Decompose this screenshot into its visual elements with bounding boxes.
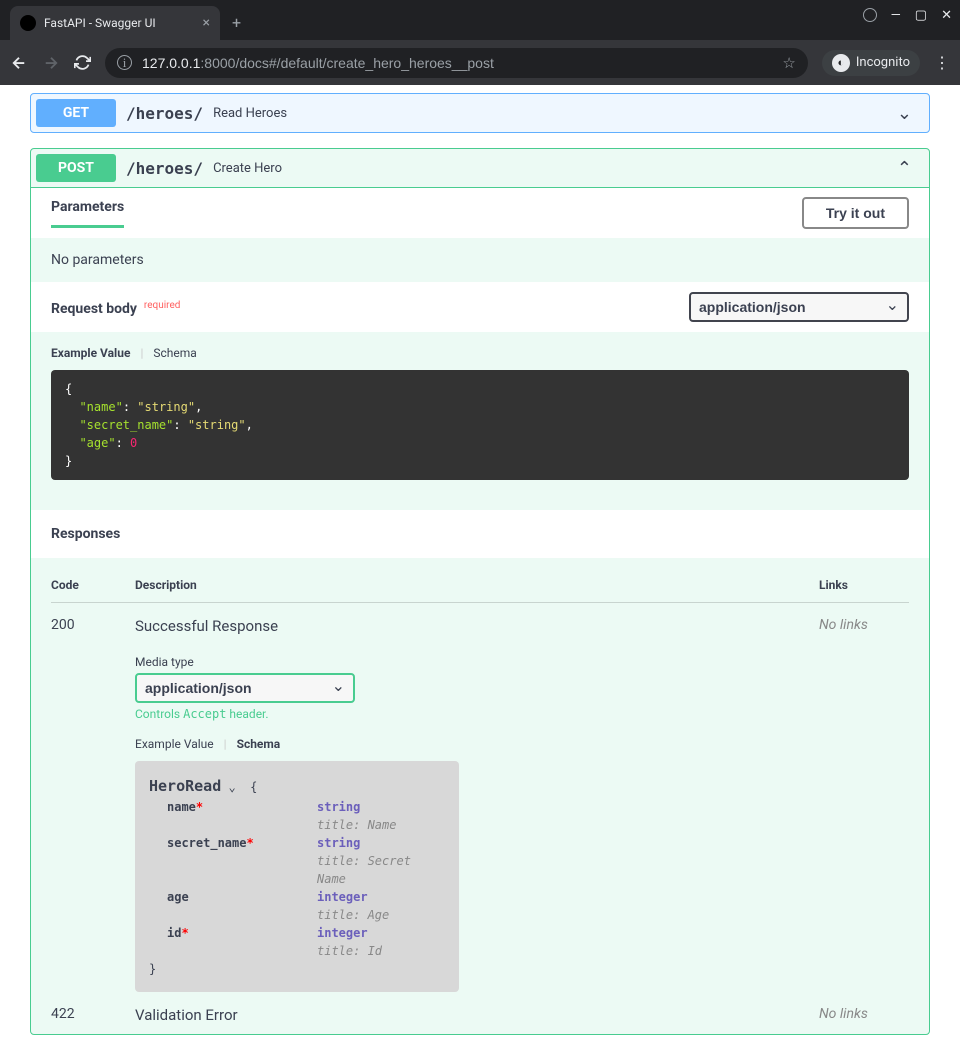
col-code: Code <box>51 578 135 592</box>
close-tab-icon[interactable]: × <box>203 15 210 31</box>
page-content: GET /heroes/ Read Heroes ⌄ POST /heroes/… <box>0 85 960 1053</box>
col-desc: Description <box>135 578 819 592</box>
opblock-summary[interactable]: GET /heroes/ Read Heroes ⌄ <box>31 94 929 132</box>
response-tabs: Example Value | Schema <box>135 737 819 751</box>
required-badge: required <box>141 300 180 311</box>
reload-button[interactable] <box>74 54 91 71</box>
response-code: 200 <box>51 617 135 992</box>
parameters-header: Parameters Try it out <box>31 188 929 238</box>
endpoint-summary: Read Heroes <box>213 106 287 121</box>
schema-property-row: name*string <box>167 798 445 816</box>
bookmark-star-icon[interactable]: ☆ <box>782 54 795 72</box>
response-title: Successful Response <box>135 617 819 635</box>
schema-property-row: id*integer <box>167 924 445 942</box>
method-badge: GET <box>36 99 116 127</box>
schema-property-meta: title: Secret Name <box>167 852 445 888</box>
url-bar[interactable]: i 127.0.0.1:8000/docs#/default/create_he… <box>105 48 808 78</box>
endpoint-path: /heroes/ <box>116 159 213 178</box>
request-body-label: Request body <box>51 301 137 317</box>
chevron-down-icon[interactable]: ⌄ <box>228 780 235 794</box>
browser-menu-button[interactable]: ⋮ <box>934 53 950 72</box>
chevron-down-icon: ⌄ <box>897 103 912 124</box>
endpoint-path: /heroes/ <box>116 104 213 123</box>
opblock-summary[interactable]: POST /heroes/ Create Hero ⌃ <box>31 149 929 187</box>
chevron-up-icon: ⌃ <box>897 158 912 179</box>
address-bar: i 127.0.0.1:8000/docs#/default/create_he… <box>0 40 960 85</box>
response-title: Validation Error <box>135 1006 819 1024</box>
parameters-tab[interactable]: Parameters <box>51 199 124 228</box>
method-badge: POST <box>36 154 116 182</box>
tab-schema[interactable]: Schema <box>237 737 281 751</box>
browser-tab[interactable]: FastAPI - Swagger UI × <box>10 6 220 40</box>
back-button[interactable] <box>10 54 28 72</box>
maximize-button[interactable]: ▢ <box>915 8 927 23</box>
body-tabs: Example Value | Schema <box>51 346 909 360</box>
schema-box: HeroRead ⌄ { name*stringtitle: Namesecre… <box>135 761 459 992</box>
request-body-content: Example Value | Schema { "name": "string… <box>31 332 929 510</box>
no-parameters-text: No parameters <box>31 238 929 282</box>
tab-bar: FastAPI - Swagger UI × + — ▢ ✕ <box>0 0 960 40</box>
schema-property-row: ageinteger <box>167 888 445 906</box>
media-type-select[interactable]: application/json <box>135 673 355 703</box>
col-links: Links <box>819 578 909 592</box>
responses-table-head: Code Description Links <box>51 568 909 603</box>
responses-table: Code Description Links 200 Successful Re… <box>31 558 929 1034</box>
request-body-header: Request body required application/json <box>31 282 929 332</box>
endpoint-summary: Create Hero <box>213 161 282 176</box>
opblock-get-heroes: GET /heroes/ Read Heroes ⌄ <box>30 93 930 133</box>
opblock-post-heroes: POST /heroes/ Create Hero ⌃ Parameters T… <box>30 148 930 1035</box>
schema-property-meta: title: Name <box>167 816 445 834</box>
accept-header-note: Controls Accept header. <box>135 707 819 721</box>
new-tab-button[interactable]: + <box>232 13 241 32</box>
favicon-icon <box>20 15 36 31</box>
example-json-block[interactable]: { "name": "string", "secret_name": "stri… <box>51 370 909 480</box>
media-type-label: Media type <box>135 655 819 669</box>
forward-button[interactable] <box>42 54 60 72</box>
responses-heading: Responses <box>51 526 909 542</box>
browser-chrome: FastAPI - Swagger UI × + — ▢ ✕ i 127.0.0… <box>0 0 960 85</box>
try-it-out-button[interactable]: Try it out <box>802 197 909 229</box>
schema-property-meta: title: Id <box>167 942 445 960</box>
url-text: 127.0.0.1:8000/docs#/default/create_hero… <box>142 55 494 71</box>
tab-title: FastAPI - Swagger UI <box>44 16 195 30</box>
window-circle-icon[interactable] <box>863 8 877 22</box>
tab-example-value[interactable]: Example Value <box>135 737 214 751</box>
response-description: Validation Error <box>135 1006 819 1024</box>
schema-property-row: secret_name*string <box>167 834 445 852</box>
responses-header: Responses <box>31 510 929 558</box>
response-row-200: 200 Successful Response Media type appli… <box>51 603 909 992</box>
tab-schema[interactable]: Schema <box>153 346 196 360</box>
minimize-button[interactable]: — <box>891 8 901 23</box>
close-window-button[interactable]: ✕ <box>941 8 952 23</box>
response-row-422: 422 Validation Error No links <box>51 992 909 1024</box>
window-controls: — ▢ ✕ <box>863 8 952 23</box>
site-info-icon[interactable]: i <box>117 55 132 70</box>
response-links: No links <box>819 617 909 992</box>
opblock-body: Parameters Try it out No parameters Requ… <box>31 187 929 1034</box>
incognito-icon: ◐ <box>832 54 850 72</box>
response-description: Successful Response Media type applicati… <box>135 617 819 992</box>
incognito-badge[interactable]: ◐ Incognito <box>822 50 920 76</box>
schema-property-meta: title: Age <box>167 906 445 924</box>
tab-example-value[interactable]: Example Value <box>51 346 130 360</box>
schema-model-name[interactable]: HeroRead <box>149 777 221 795</box>
response-links: No links <box>819 1006 909 1024</box>
content-type-select[interactable]: application/json <box>689 292 909 322</box>
response-code: 422 <box>51 1006 135 1024</box>
